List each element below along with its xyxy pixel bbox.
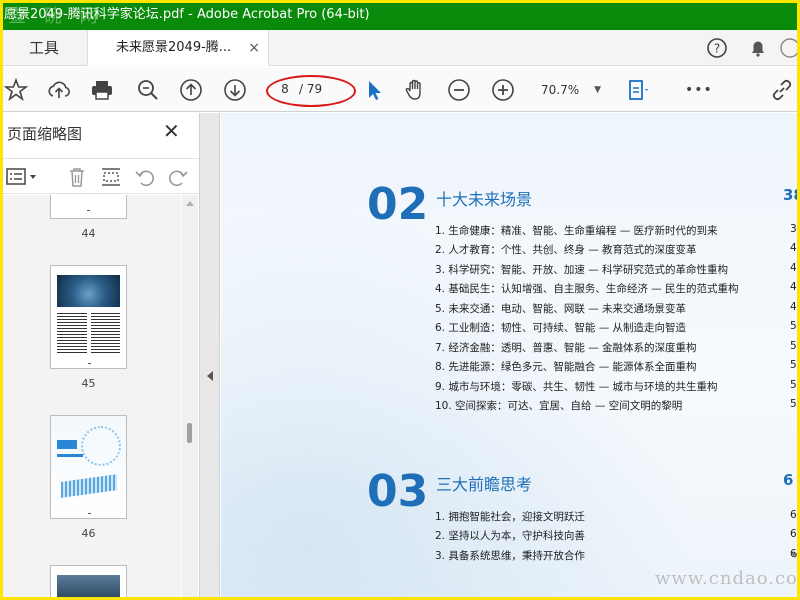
toc-item[interactable]: 3. 科学研究：智能、开放、加速 — 科学研究范式的革命性重构 — [435, 262, 728, 277]
zoom-out-icon[interactable] — [446, 77, 472, 103]
toc-item-page: 6 — [790, 509, 797, 521]
print-icon[interactable] — [89, 77, 115, 103]
site-watermark: www.cndao.com — [655, 568, 800, 589]
more-tools-icon[interactable]: ••• — [685, 77, 712, 103]
close-pane-icon[interactable]: ✕ — [163, 119, 180, 143]
toc-item-page: 4 — [790, 301, 797, 313]
scroll-down-icon[interactable] — [791, 553, 797, 558]
bookmark-star-icon[interactable] — [3, 77, 29, 103]
toc-item-page: 5 — [790, 340, 797, 352]
toc-item-page: 4 — [790, 262, 797, 274]
scrollbar-thumb[interactable] — [187, 423, 192, 443]
toc-item[interactable]: 4. 基础民生：认知增强、自主服务、生命经济 — 民生的范式重构 — [435, 281, 739, 296]
section-number: 03 — [367, 466, 429, 517]
bell-icon[interactable] — [747, 37, 769, 59]
page-thumbnail-number: 45 — [81, 377, 96, 390]
cloud-upload-icon[interactable] — [46, 77, 72, 103]
section-title: 十大未来场景 — [436, 190, 533, 209]
thumbnail-options-icon[interactable] — [5, 165, 36, 189]
tab-document-label: 未来愿景2049-腾... — [116, 40, 232, 55]
toc-item[interactable]: 1. 生命健康：精准、智能、生命重编程 — 医疗新时代的到来 — [435, 223, 718, 238]
toc-item[interactable]: 5. 未来交通：电动、智能、网联 — 未来交通场景变革 — [435, 301, 686, 316]
zoom-level-value: 70.7% — [541, 83, 580, 97]
previous-page-icon[interactable] — [178, 77, 204, 103]
sign-in-icon[interactable] — [779, 37, 800, 59]
annotation-circle — [266, 75, 356, 107]
watermark-overlay: 查 碗 网 — [8, 6, 104, 27]
page-thumbnail[interactable] — [50, 195, 127, 219]
thumbnail-toolbar — [3, 158, 199, 194]
toc-item-page: 3 — [790, 223, 797, 235]
toc-item-page: 6 — [790, 528, 797, 540]
tab-document[interactable]: 未来愿景2049-腾... × — [87, 30, 269, 66]
section-number: 02 — [367, 179, 429, 230]
svg-text:?: ? — [714, 42, 720, 56]
toc-item[interactable]: 3. 具备系统思维，秉持开放合作 — [435, 548, 585, 563]
toc-item[interactable]: 2. 人才教育：个性、共创、终身 — 教育范式的深度变革 — [435, 242, 697, 257]
zoom-search-icon[interactable] — [135, 77, 161, 103]
zoom-in-icon[interactable] — [490, 77, 516, 103]
document-page: 02 十大未来场景 38 1. 生命健康：精准、智能、生命重编程 — 医疗新时代… — [221, 113, 797, 597]
section-title: 三大前瞻思考 — [436, 475, 533, 494]
toc-item-page: 4 — [790, 242, 797, 254]
toc-item[interactable]: 1. 拥抱智能社会，迎接文明跃迁 — [435, 509, 585, 524]
collapse-arrow-icon[interactable] — [207, 371, 213, 381]
chevron-down-icon: ▼ — [594, 85, 601, 95]
delete-page-icon[interactable] — [65, 165, 89, 189]
page-thumbnails-pane: 页面缩略图 ✕ 44 45 46 — [3, 113, 200, 597]
page-thumbnail[interactable] — [50, 565, 127, 597]
tab-bar: 工具 未来愿景2049-腾... × ? — [3, 30, 800, 66]
main-toolbar: 8 / 79 70.7% ▼ ••• — [3, 67, 797, 112]
toc-item[interactable]: 7. 经济金融：透明、普惠、智能 — 金融体系的深度重构 — [435, 340, 697, 355]
next-page-icon[interactable] — [222, 77, 248, 103]
page-thumbnail[interactable] — [50, 265, 127, 369]
rotate-right-icon[interactable] — [166, 165, 190, 189]
toc-item[interactable]: 6. 工业制造：韧性、可持续、智能 — 从制造走向智造 — [435, 320, 686, 335]
toc-item-page: 5 — [790, 398, 797, 410]
pane-title: 页面缩略图 — [7, 125, 83, 143]
page-thumbnail[interactable] — [50, 415, 127, 519]
page-thumbnail-number: 46 — [81, 527, 96, 540]
window-title-bar: 查 碗 网 愿景2049-腾讯科学家论坛.pdf - Adobe Acrobat… — [0, 0, 800, 30]
insert-page-icon[interactable] — [99, 165, 123, 189]
toc-item-page: 5 — [790, 379, 797, 391]
help-icon[interactable]: ? — [706, 37, 728, 59]
toc-item-page: 5 — [790, 359, 797, 371]
zoom-level-select[interactable]: 70.7% ▼ — [533, 79, 605, 101]
tab-tools[interactable]: 工具 — [3, 30, 85, 66]
thumbnail-scrollbar[interactable] — [182, 195, 198, 597]
hand-tool-icon[interactable] — [402, 77, 428, 103]
toc-item[interactable]: 8. 先进能源：绿色多元、智能融合 — 能源体系全面重构 — [435, 359, 697, 374]
toc-item-page: 5 — [790, 320, 797, 332]
page-thumbnail-number: 44 — [81, 227, 96, 240]
fit-page-icon[interactable] — [625, 77, 651, 103]
rotate-left-icon[interactable] — [133, 165, 157, 189]
section-page: 38 — [783, 186, 797, 204]
toc-item-page: 4 — [790, 281, 797, 293]
select-cursor-icon[interactable] — [361, 77, 387, 103]
thumbnail-list: 44 45 46 — [3, 195, 181, 597]
toc-item[interactable]: 10. 空间探索：可达、宜居、自给 — 空间文明的黎明 — [435, 398, 682, 413]
link-icon[interactable] — [769, 77, 795, 103]
pane-splitter[interactable] — [200, 113, 220, 597]
section-page: 6 — [783, 471, 794, 489]
toc-item[interactable]: 2. 坚持以人为本，守护科技向善 — [435, 528, 585, 543]
toc-item[interactable]: 9. 城市与环境：零碳、共生、韧性 — 城市与环境的共生重构 — [435, 379, 718, 394]
close-tab-icon[interactable]: × — [248, 30, 260, 66]
